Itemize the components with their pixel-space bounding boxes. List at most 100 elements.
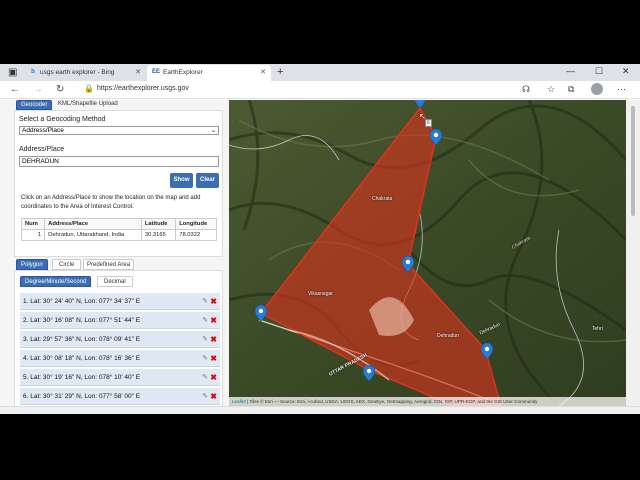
read-aloud-icon[interactable]: ☊ — [522, 84, 530, 95]
tab-dms[interactable]: Degree/Minute/Second — [20, 276, 92, 287]
map-marker-icon[interactable] — [481, 343, 493, 359]
tab-decimal[interactable]: Decimal — [97, 276, 133, 287]
browser-toolbar: ← → ↻ 🔒 https://earthexplorer.usgs.gov ☊… — [0, 81, 640, 99]
back-icon[interactable]: ← — [10, 84, 20, 95]
results-header: Latitude — [140, 218, 177, 230]
result-latitude: 30.3165 — [140, 229, 177, 241]
attribution-text: | Tiles © Esri — Source: Esri, i-cubed, … — [245, 399, 538, 404]
results-header: Longitude — [175, 218, 217, 230]
tab-circle[interactable]: Circle — [52, 259, 82, 270]
profile-avatar[interactable] — [591, 83, 603, 95]
window-close-icon[interactable]: ✕ — [622, 66, 630, 77]
clear-button[interactable]: Clear — [196, 173, 219, 188]
bing-icon: b — [31, 69, 35, 75]
tab-polygon[interactable]: Polygon — [16, 259, 48, 270]
address-value: DEHRADUN — [22, 158, 59, 165]
coordinate-row[interactable]: 1. Lat: 30° 24' 40" N, Lon: 077° 34' 37"… — [20, 293, 220, 310]
edit-icon[interactable]: ✎ — [202, 331, 208, 348]
marker-number-tag: 6 — [425, 119, 432, 127]
tab-label: usgs earth explorer - Bing — [40, 69, 115, 76]
tab-label: EarthExplorer — [163, 69, 203, 76]
table-row[interactable]: 1 Dehradun, Uttarakhand, India 30.3165 7… — [20, 229, 217, 241]
show-button[interactable]: Show — [170, 173, 193, 188]
minimize-icon[interactable]: — — [566, 66, 575, 76]
browser-window: ▣ b usgs earth explorer - Bing ✕ EE Eart… — [0, 64, 640, 414]
map-marker-icon[interactable] — [255, 305, 267, 321]
horizontal-scrollbar[interactable] — [0, 406, 640, 414]
coordinate-text: 3. Lat: 29° 57' 36" N, Lon: 078° 09' 41"… — [23, 336, 141, 343]
results-table: Num Address/Place Latitude Longitude 1 D… — [20, 218, 217, 241]
map-marker-icon[interactable] — [414, 100, 426, 108]
edit-icon[interactable]: ✎ — [202, 293, 208, 310]
map-marker-icon[interactable] — [363, 365, 375, 381]
coordinate-text: 4. Lat: 30° 08' 18" N, Lon: 078° 16' 36"… — [23, 355, 141, 362]
collections-icon[interactable]: ⧉ — [568, 84, 574, 95]
search-criteria-sidebar: Geocoder KML/Shapefile Upload Select a G… — [0, 100, 229, 414]
satellite-map[interactable]: Chakrata Vikasnagar Dehradun Dehradun Te… — [229, 100, 626, 406]
coordinate-text: 2. Lat: 30° 16' 08" N, Lon: 077° 51' 44"… — [23, 317, 141, 324]
leaflet-link[interactable]: Leaflet — [232, 399, 246, 404]
chevron-down-icon: ⌄ — [210, 128, 216, 134]
geocoder-panel: Select a Geocoding Method Address/Place … — [14, 110, 223, 257]
geocoder-help-text: Click on an Address/Place to show the lo… — [21, 195, 201, 210]
coordinate-row[interactable]: 4. Lat: 30° 08' 18" N, Lon: 078° 16' 36"… — [20, 350, 220, 367]
edit-icon[interactable]: ✎ — [202, 312, 208, 329]
results-header: Num — [20, 218, 46, 230]
tab-geocoder[interactable]: Geocoder — [16, 100, 53, 110]
tab-earthexplorer[interactable]: EE EarthExplorer ✕ — [147, 65, 271, 81]
map-attribution: Leaflet | Tiles © Esri — Source: Esri, i… — [229, 397, 626, 406]
map-marker-icon[interactable] — [402, 256, 414, 272]
url-text: https://earthexplorer.usgs.gov — [97, 85, 189, 92]
address-label: Address/Place — [19, 146, 65, 153]
edit-icon[interactable]: ✎ — [202, 369, 208, 386]
delete-icon[interactable]: ✖ — [210, 369, 217, 386]
delete-icon[interactable]: ✖ — [210, 331, 217, 348]
tab-strip: ▣ b usgs earth explorer - Bing ✕ EE Eart… — [0, 64, 640, 81]
map-imagery — [229, 100, 626, 406]
delete-icon[interactable]: ✖ — [210, 350, 217, 367]
address-bar[interactable]: 🔒 https://earthexplorer.usgs.gov — [80, 83, 510, 97]
coordinate-text: 5. Lat: 30° 19' 16" N, Lon: 078° 10' 40"… — [23, 374, 141, 381]
address-input[interactable]: DEHRADUN — [19, 156, 219, 167]
tab-predefined-area[interactable]: Predefined Area — [83, 259, 135, 270]
earthexplorer-favicon: EE — [152, 69, 161, 75]
result-place[interactable]: Dehradun, Uttarakhand, India — [44, 229, 142, 241]
scrollbar-thumb[interactable] — [631, 106, 635, 216]
coordinate-row[interactable]: 3. Lat: 29° 57' 36" N, Lon: 078° 09' 41"… — [20, 331, 220, 348]
close-icon[interactable]: ✕ — [135, 68, 141, 76]
results-header-row: Num Address/Place Latitude Longitude — [20, 218, 217, 230]
new-tab-icon[interactable]: + — [277, 66, 283, 78]
lock-icon[interactable]: 🔒 — [84, 84, 94, 93]
page-scrollbar[interactable] — [626, 100, 640, 406]
tab-kml-upload[interactable]: KML/Shapefile Upload — [54, 100, 122, 110]
forward-icon[interactable]: → — [33, 84, 43, 95]
tab-actions-icon[interactable]: ▣ — [8, 67, 17, 78]
map-place-label: Tehri — [592, 326, 603, 332]
delete-icon[interactable]: ✖ — [210, 312, 217, 329]
map-marker-icon[interactable] — [430, 129, 442, 145]
coordinate-text: 6. Lat: 30° 31' 29" N, Lon: 077° 58' 00"… — [23, 393, 141, 400]
result-longitude: 78.0322 — [175, 229, 217, 241]
delete-icon[interactable]: ✖ — [210, 293, 217, 310]
favorite-icon[interactable]: ☆ — [547, 84, 555, 95]
delete-icon[interactable]: ✖ — [210, 388, 217, 405]
refresh-icon[interactable]: ↻ — [56, 84, 64, 95]
results-header: Address/Place — [44, 218, 142, 230]
page-content: Geocoder KML/Shapefile Upload Select a G… — [0, 100, 640, 414]
mouse-cursor-icon: ↖ — [419, 112, 426, 121]
geocode-method-value: Address/Place — [22, 127, 64, 134]
geocode-method-select[interactable]: Address/Place ⌄ — [19, 126, 219, 135]
tab-bing[interactable]: b usgs earth explorer - Bing ✕ — [24, 65, 146, 81]
edit-icon[interactable]: ✎ — [202, 388, 208, 405]
coordinate-row[interactable]: 2. Lat: 30° 16' 08" N, Lon: 077° 51' 44"… — [20, 312, 220, 329]
maximize-icon[interactable]: ☐ — [595, 66, 603, 77]
coordinate-text: 1. Lat: 30° 24' 40" N, Lon: 077° 34' 37"… — [23, 298, 141, 305]
close-icon[interactable]: ✕ — [260, 68, 266, 76]
more-menu-icon[interactable]: ⋯ — [617, 84, 626, 95]
result-num: 1 — [20, 229, 46, 241]
map-place-label: Dehradun — [437, 333, 459, 339]
coordinate-row[interactable]: 6. Lat: 30° 31' 29" N, Lon: 077° 58' 00"… — [20, 388, 220, 405]
map-place-label: Vikasnagar — [308, 291, 333, 297]
edit-icon[interactable]: ✎ — [202, 350, 208, 367]
coordinate-row[interactable]: 5. Lat: 30° 19' 16" N, Lon: 078° 10' 40"… — [20, 369, 220, 386]
